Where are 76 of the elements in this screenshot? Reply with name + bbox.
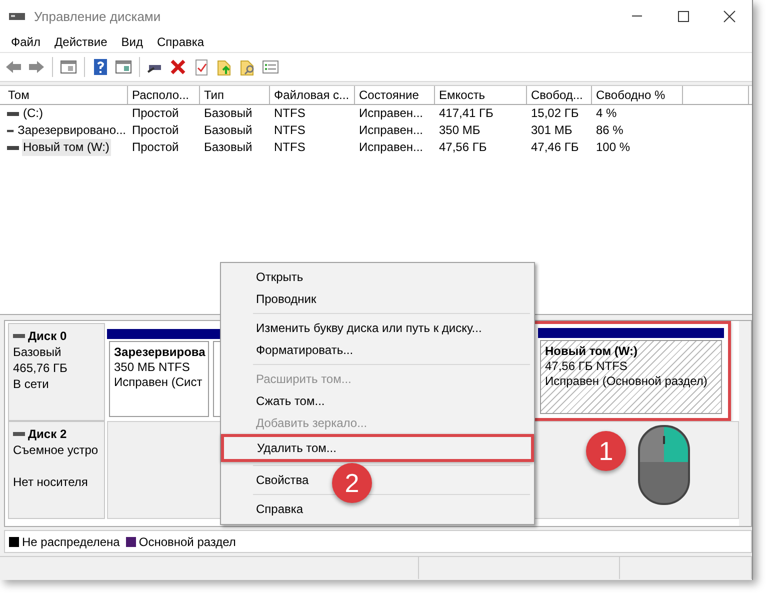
disk-detail: В сети: [13, 376, 50, 392]
table-cell-text: 47,46 ГБ: [530, 139, 580, 156]
menu-item[interactable]: Сжать том...: [256, 390, 325, 412]
table-cell[interactable]: Новый том (W:): [22, 139, 112, 156]
table-cell-text: Базовый: [203, 139, 254, 156]
menu-item[interactable]: Файл: [4, 35, 48, 49]
menu-item[interactable]: Изменить букву диска или путь к диску...: [256, 317, 482, 339]
menu-item[interactable]: Удалить том...: [221, 434, 534, 462]
menu-item[interactable]: Справка: [150, 35, 212, 49]
menu-item[interactable]: Форматировать...: [256, 339, 354, 361]
maximize-icon: [676, 10, 690, 22]
close-icon: [722, 10, 736, 22]
table-cell[interactable]: (C:): [22, 105, 45, 122]
disk-detail: Съемное устро: [13, 442, 100, 458]
delete-icon[interactable]: [169, 58, 188, 76]
column-header[interactable]: Емкость: [435, 86, 527, 104]
table-cell-text: Простой: [131, 122, 180, 139]
forward-arrow-icon[interactable]: [27, 58, 46, 76]
table-cell[interactable]: Зарезервировано...: [16, 122, 128, 139]
column-header[interactable]: Том: [0, 86, 128, 104]
disk-name: Диск 2: [28, 426, 67, 442]
panel-icon[interactable]: [59, 58, 78, 76]
partition-size: 350 МБ NTFS: [114, 360, 191, 375]
table-cell-text: 301 МБ: [530, 122, 574, 139]
column-header[interactable]: Файловая с...: [270, 86, 355, 104]
column-header[interactable]: Тип: [200, 86, 270, 104]
menu-item[interactable]: Проводник: [256, 288, 316, 310]
disk-detail: Базовый: [13, 344, 62, 360]
panel-icon[interactable]: [114, 58, 133, 76]
table-cell-text: 4 %: [595, 105, 618, 122]
table-cell-text: NTFS: [273, 122, 306, 139]
window-title: Управление дисками: [34, 8, 162, 24]
drive-icon: [13, 430, 25, 438]
menu-item[interactable]: Действие: [48, 35, 114, 49]
table-cell-text: Простой: [131, 139, 180, 156]
column-header[interactable]: Свобод...: [527, 86, 592, 104]
disk-detail: 465,76 ГБ: [13, 360, 68, 376]
drive-icon: [7, 110, 19, 118]
column-header[interactable]: Свободно %: [592, 86, 683, 104]
table-cell-text: NTFS: [273, 139, 306, 156]
table-cell-text: 350 МБ: [438, 122, 482, 139]
menu-item[interactable]: Открыть: [256, 266, 304, 288]
table-cell-text: 86 %: [595, 122, 624, 139]
help-book-icon[interactable]: [91, 58, 110, 76]
drive-icon: [7, 144, 19, 152]
menu-item[interactable]: Справка: [256, 498, 304, 520]
table-cell-text: Простой: [131, 105, 180, 122]
disk-detail: Нет носителя: [13, 474, 89, 490]
table-cell-text: 417,41 ГБ: [438, 105, 494, 122]
partition-status: Исправен (Основной раздел): [545, 374, 708, 389]
column-header[interactable]: Располо...: [128, 86, 200, 104]
partition-title: Новый том (W:): [545, 344, 639, 359]
legend-label: Основной раздел: [138, 534, 236, 548]
partition-status: Исправен (Сист: [114, 375, 204, 390]
column-header[interactable]: Состояние: [355, 86, 435, 104]
table-cell-text: 100 %: [595, 139, 632, 156]
menu-item[interactable]: Свойства: [256, 469, 309, 491]
checklist-icon[interactable]: [261, 58, 280, 76]
legend-label: Не распределена: [22, 534, 120, 548]
back-arrow-icon[interactable]: [4, 58, 23, 76]
menu-item[interactable]: Вид: [114, 35, 150, 49]
partition-title: Зарезервирова: [114, 345, 204, 360]
partition-size: 47,56 ГБ NTFS: [545, 359, 628, 374]
partition-block[interactable]: Зарезервирова 350 МБ NTFS Исправен (Сист: [109, 341, 209, 417]
disk-name: Диск 0: [28, 328, 67, 344]
table-cell-text: 15,02 ГБ: [530, 105, 580, 122]
mouse-icon: [637, 424, 691, 506]
table-cell-text: 47,56 ГБ: [438, 139, 488, 156]
table-cell-text: Исправен...: [358, 122, 424, 139]
table-cell-text: Исправен...: [358, 139, 424, 156]
table-cell-text: Исправен...: [358, 105, 424, 122]
table-cell-text: Базовый: [203, 105, 254, 122]
table-cell-text: NTFS: [273, 105, 306, 122]
partition-block[interactable]: Новый том (W:) 47,56 ГБ NTFS Исправен (Основной раздел): [540, 340, 722, 414]
table-cell-text: Базовый: [203, 122, 254, 139]
drive-icon: [13, 332, 25, 340]
